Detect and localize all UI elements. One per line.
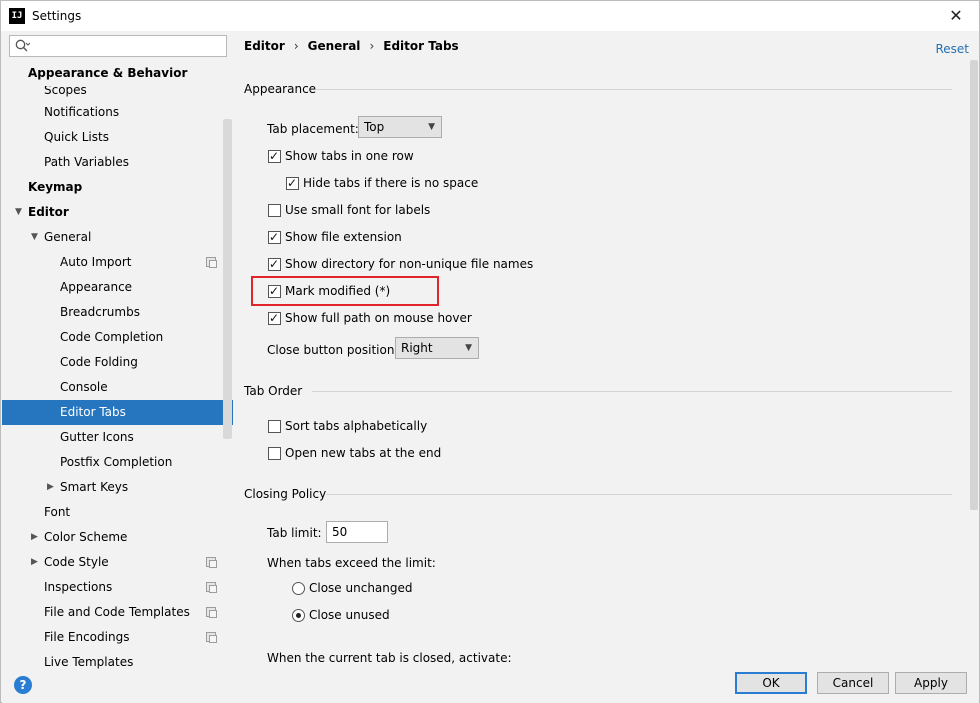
section-divider (312, 391, 952, 392)
check-icon: ✓ (269, 149, 280, 163)
sidebar-item-console[interactable]: Console (60, 375, 108, 400)
chevron-down-icon: ▼ (465, 343, 472, 353)
when-tab-closed-label: When the current tab is closed, activate… (267, 651, 512, 665)
sidebar-item-editor-tabs[interactable]: Editor Tabs (2, 400, 233, 425)
radio-dot-icon (296, 613, 301, 618)
project-scope-icon (206, 607, 217, 618)
dialog-footer: ? OK Cancel Apply (2, 669, 979, 703)
chevron-down-icon: ▼ (428, 122, 435, 132)
section-divider (316, 89, 952, 90)
help-icon[interactable]: ? (14, 676, 32, 694)
breadcrumb: Editor › General › Editor Tabs (244, 39, 459, 53)
chevron-right-icon[interactable]: ▶ (31, 532, 41, 542)
section-title-tab-order: Tab Order (244, 384, 303, 398)
breadcrumb-editor[interactable]: Editor (244, 39, 285, 53)
search-input[interactable] (9, 35, 227, 57)
search-icon (15, 39, 30, 52)
sidebar-item-gutter-icons[interactable]: Gutter Icons (60, 425, 134, 450)
tab-placement-select[interactable]: Top ▼ (358, 116, 442, 138)
sidebar-item-path-variables[interactable]: Path Variables (44, 150, 129, 175)
project-scope-icon (206, 582, 217, 593)
breadcrumb-general[interactable]: General (308, 39, 361, 53)
sidebar-item-postfix-completion[interactable]: Postfix Completion (60, 450, 172, 475)
apply-button[interactable]: Apply (895, 672, 967, 694)
sidebar-item-code-style[interactable]: Code Style (44, 550, 109, 575)
title-bar: IJ Settings ✕ (1, 1, 979, 31)
breadcrumb-separator: › (293, 39, 299, 53)
sidebar-item-smart-keys[interactable]: Smart Keys (60, 475, 128, 500)
sidebar-item-color-scheme[interactable]: Color Scheme (44, 525, 127, 550)
project-scope-icon (206, 632, 217, 643)
sidebar-item-code-folding[interactable]: Code Folding (60, 350, 138, 375)
ok-button[interactable]: OK (735, 672, 807, 694)
sidebar-item-appearance[interactable]: Appearance (60, 275, 132, 300)
sidebar-item-code-completion[interactable]: Code Completion (60, 325, 163, 350)
check-icon: ✓ (269, 311, 280, 325)
chevron-down-icon[interactable]: ▼ (15, 207, 25, 217)
breadcrumb-editor-tabs: Editor Tabs (383, 39, 459, 53)
exceed-limit-label: When tabs exceed the limit: (267, 556, 436, 570)
section-title-closing-policy: Closing Policy (244, 487, 327, 501)
chevron-down-icon[interactable]: ▼ (31, 232, 41, 242)
sidebar-item-general[interactable]: General (44, 225, 91, 250)
section-title-appearance: Appearance (244, 82, 317, 96)
settings-content: Editor › General › Editor Tabs Reset Appeara… (234, 31, 979, 669)
content-scrollbar[interactable] (970, 60, 978, 510)
close-icon[interactable]: ✕ (945, 5, 967, 27)
sidebar-item-live-templates[interactable]: Live Templates (44, 650, 133, 669)
tab-limit-label: Tab limit: (267, 526, 322, 540)
tab-placement-label: Tab placement: (267, 122, 359, 136)
sidebar-scrollbar[interactable] (223, 119, 232, 439)
check-icon: ✓ (269, 284, 280, 298)
sidebar-item-file-encodings[interactable]: File Encodings (44, 625, 129, 650)
sidebar-item-font[interactable]: Font (44, 500, 70, 525)
section-divider (326, 494, 952, 495)
check-icon: ✓ (269, 230, 280, 244)
window-title: Settings (32, 9, 82, 23)
sidebar-item-appearance-behavior[interactable]: Appearance & Behavior (28, 61, 188, 86)
check-icon: ✓ (287, 176, 298, 190)
reset-link[interactable]: Reset (935, 42, 969, 56)
settings-sidebar: Scopes Appearance & Behavior Notificatio… (2, 31, 233, 669)
app-icon: IJ (9, 8, 25, 24)
check-icon: ✓ (269, 257, 280, 271)
settings-window: IJ Settings ✕ Scopes Appearance & Behavi… (0, 0, 980, 703)
project-scope-icon (206, 557, 217, 568)
sidebar-item-notifications[interactable]: Notifications (44, 100, 119, 125)
chevron-right-icon[interactable]: ▶ (31, 557, 41, 567)
close-button-position-select[interactable]: Right ▼ (395, 337, 479, 359)
sidebar-item-editor[interactable]: Editor (28, 200, 69, 225)
close-button-position-label: Close button position: (267, 343, 399, 357)
tab-limit-input[interactable]: 50 (326, 521, 388, 543)
sidebar-item-breadcrumbs[interactable]: Breadcrumbs (60, 300, 140, 325)
sidebar-item-file-code-templates[interactable]: File and Code Templates (44, 600, 190, 625)
sidebar-item-quick-lists[interactable]: Quick Lists (44, 125, 109, 150)
sidebar-item-inspections[interactable]: Inspections (44, 575, 112, 600)
chevron-right-icon[interactable]: ▶ (47, 482, 57, 492)
sidebar-item-keymap[interactable]: Keymap (28, 175, 82, 200)
breadcrumb-separator: › (369, 39, 375, 53)
sidebar-item-auto-import[interactable]: Auto Import (60, 250, 132, 275)
cancel-button[interactable]: Cancel (817, 672, 889, 694)
project-scope-icon (206, 257, 217, 268)
